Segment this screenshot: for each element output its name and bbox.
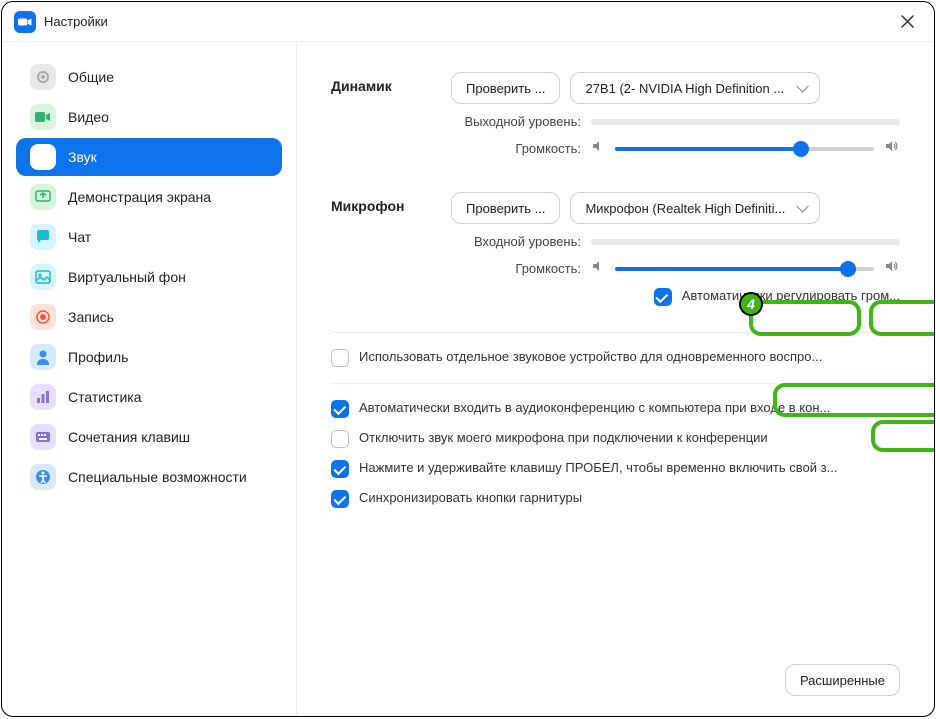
auto-adjust-checkbox[interactable] — [654, 288, 672, 306]
mic-section: Микрофон Проверить ... Микрофон (Realtek… — [331, 192, 900, 316]
divider — [331, 332, 900, 333]
sidebar-item-label: Статистика — [68, 389, 142, 405]
record-icon — [30, 304, 56, 330]
sidebar-item-shortcuts[interactable]: Сочетания клавиш — [16, 418, 282, 456]
sidebar-item-label: Запись — [68, 309, 114, 325]
speaker-volume-label: Громкость: — [451, 141, 581, 156]
speaker-output-level — [591, 119, 900, 125]
sync-headset-checkbox[interactable] — [331, 490, 349, 508]
sidebar-item-label: Профиль — [68, 349, 128, 365]
sidebar-item-video[interactable]: Видео — [16, 98, 282, 136]
sidebar-item-label: Видео — [68, 109, 109, 125]
sidebar-item-accessibility[interactable]: Специальные возможности — [16, 458, 282, 496]
annotation-badge-4: 4 — [739, 292, 763, 316]
mic-volume-slider[interactable] — [615, 267, 874, 271]
mute-on-join-checkbox[interactable] — [331, 430, 349, 448]
headphones-icon — [30, 144, 56, 170]
sidebar-item-label: Чат — [68, 229, 91, 245]
close-button[interactable] — [892, 7, 922, 37]
auto-join-audio-checkbox[interactable] — [331, 400, 349, 418]
gear-icon — [30, 64, 56, 90]
sidebar-item-chat[interactable]: Чат — [16, 218, 282, 256]
mic-volume-label: Громкость: — [451, 261, 581, 276]
speaker-label: Динамик — [331, 72, 451, 168]
share-screen-icon — [30, 184, 56, 210]
accessibility-icon — [30, 464, 56, 490]
window-title: Настройки — [44, 14, 108, 29]
profile-icon — [30, 344, 56, 370]
space-unmute-checkbox[interactable] — [331, 460, 349, 478]
sidebar-item-audio[interactable]: Звук — [16, 138, 282, 176]
sidebar-item-profile[interactable]: Профиль — [16, 338, 282, 376]
main-panel: Динамик Проверить ... 27B1 (2- NVIDIA Hi… — [297, 42, 934, 716]
volume-low-icon — [591, 139, 605, 158]
input-level-label: Входной уровень: — [451, 234, 581, 249]
sidebar-item-statistics[interactable]: Статистика — [16, 378, 282, 416]
auto-join-audio-label: Автоматически входить в аудиоконференцию… — [359, 400, 830, 415]
sidebar-item-general[interactable]: Общие — [16, 58, 282, 96]
settings-window: Настройки Общие Видео Звук Демонстрация … — [1, 1, 935, 717]
app-icon — [14, 11, 36, 33]
speaker-device-select[interactable]: 27B1 (2- NVIDIA High Definition ... — [570, 72, 820, 104]
sidebar-item-label: Специальные возможности — [68, 468, 247, 486]
volume-low-icon — [591, 259, 605, 278]
mic-label: Микрофон — [331, 192, 451, 316]
sidebar-item-label: Общие — [68, 69, 114, 85]
speaker-volume-slider[interactable] — [615, 147, 874, 151]
speaker-section: Динамик Проверить ... 27B1 (2- NVIDIA Hi… — [331, 72, 900, 168]
volume-high-icon — [884, 259, 900, 278]
volume-high-icon — [884, 139, 900, 158]
test-speaker-button[interactable]: Проверить ... — [451, 72, 560, 104]
keyboard-icon — [30, 424, 56, 450]
window-body: Общие Видео Звук Демонстрация экрана Чат… — [2, 42, 934, 716]
auto-adjust-label: Автоматически регулировать гром... — [682, 288, 900, 303]
sidebar-item-label: Сочетания клавиш — [68, 429, 190, 445]
mute-on-join-label: Отключить звук моего микрофона при подкл… — [359, 430, 768, 445]
output-level-label: Выходной уровень: — [451, 114, 581, 129]
advanced-button[interactable]: Расширенные — [785, 664, 900, 696]
statistics-icon — [30, 384, 56, 410]
sidebar-item-label: Звук — [68, 149, 97, 165]
chat-icon — [30, 224, 56, 250]
virtual-background-icon — [30, 264, 56, 290]
sync-headset-label: Синхронизировать кнопки гарнитуры — [359, 490, 582, 505]
separate-device-label: Использовать отдельное звуковое устройст… — [359, 349, 822, 364]
sidebar-item-virtual-bg[interactable]: Виртуальный фон — [16, 258, 282, 296]
space-unmute-label: Нажмите и удерживайте клавишу ПРОБЕЛ, чт… — [359, 460, 837, 475]
test-mic-button[interactable]: Проверить ... — [451, 192, 560, 224]
sidebar: Общие Видео Звук Демонстрация экрана Чат… — [2, 42, 297, 716]
divider — [331, 383, 900, 384]
sidebar-item-share-screen[interactable]: Демонстрация экрана — [16, 178, 282, 216]
sidebar-item-recording[interactable]: Запись — [16, 298, 282, 336]
separate-device-checkbox[interactable] — [331, 349, 349, 367]
mic-device-select[interactable]: Микрофон (Realtek High Definiti... — [570, 192, 820, 224]
sidebar-item-label: Демонстрация экрана — [68, 189, 211, 205]
titlebar: Настройки — [2, 2, 934, 42]
video-icon — [30, 104, 56, 130]
sidebar-item-label: Виртуальный фон — [68, 269, 186, 285]
mic-input-level — [591, 239, 900, 245]
